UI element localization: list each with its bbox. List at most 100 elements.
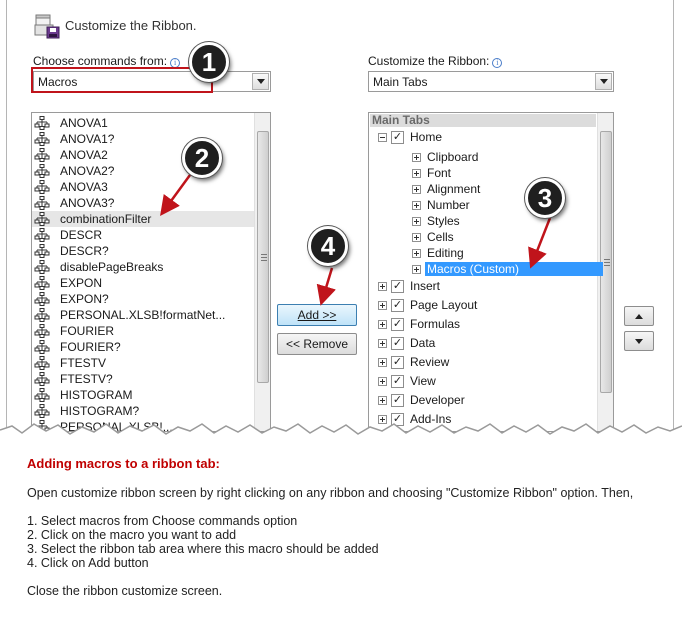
command-label: ANOVA1? <box>60 132 115 146</box>
expand-icon[interactable] <box>378 357 387 367</box>
collapse-icon[interactable] <box>378 132 387 142</box>
tree-home-item[interactable]: ✓ Home <box>378 129 444 145</box>
macro-icon <box>34 132 50 146</box>
tree-tab-item[interactable]: ✓ View <box>378 373 438 389</box>
command-list-item[interactable]: ANOVA2? <box>32 163 254 179</box>
command-label: ANOVA3? <box>60 196 115 210</box>
caption-intro: Open customize ribbon screen by right cl… <box>27 486 634 500</box>
command-list-item[interactable]: PERSONAL.XLSB!formatNet... <box>32 307 254 323</box>
scrollbar-thumb[interactable] <box>257 131 269 383</box>
expand-icon[interactable] <box>412 200 421 210</box>
customize-ribbon-label: Customize the Ribbon: i <box>368 54 503 68</box>
chevron-down-icon <box>256 79 265 84</box>
tree-item-label: Data <box>410 336 436 350</box>
caption-step: 2. Click on the macro you want to add <box>27 528 237 542</box>
tree-tab-item[interactable]: ✓ Data <box>378 335 437 351</box>
expand-icon[interactable] <box>378 376 387 386</box>
command-list-item[interactable]: EXPON? <box>32 291 254 307</box>
expand-icon[interactable] <box>412 216 421 226</box>
add-button[interactable]: Add >> <box>277 304 357 326</box>
command-label: disablePageBreaks <box>60 260 164 274</box>
remove-button-label: << Remove <box>285 337 349 351</box>
tree-tab-item[interactable]: ✓ Review <box>378 354 451 370</box>
tree-item-label: View <box>410 374 436 388</box>
tab-checkbox[interactable]: ✓ <box>391 279 404 293</box>
macro-icon <box>34 292 50 306</box>
info-icon: i <box>492 58 503 68</box>
command-list-item[interactable]: EXPON <box>32 275 254 291</box>
tree-item-label: Styles <box>427 214 460 228</box>
expand-icon[interactable] <box>412 232 421 242</box>
ribbon-tree[interactable]: Main Tabs ✓ Home Clipboard Font Alignment Num… <box>368 112 614 432</box>
tree-tab-item[interactable]: ✓ Page Layout <box>378 297 479 313</box>
macro-icon <box>34 260 50 274</box>
tab-checkbox[interactable]: ✓ <box>391 355 404 369</box>
tab-checkbox[interactable]: ✓ <box>391 336 404 350</box>
command-label: PERSONAL.XLSB!formatNet... <box>60 308 226 322</box>
tree-header: Main Tabs <box>370 114 596 127</box>
command-label: ANOVA2? <box>60 164 115 178</box>
command-list-item[interactable]: FTESTV? <box>32 371 254 387</box>
tree-group-item[interactable]: Macros (Custom) <box>412 261 603 277</box>
tree-group-item[interactable]: Alignment <box>412 181 482 197</box>
tab-checkbox[interactable]: ✓ <box>391 317 404 331</box>
command-list-item[interactable]: DESCR? <box>32 243 254 259</box>
expand-icon[interactable] <box>378 319 387 329</box>
command-list-item[interactable]: FTESTV <box>32 355 254 371</box>
tree-group-item[interactable]: Font <box>412 165 453 181</box>
tree-item-label: Editing <box>427 246 464 260</box>
customize-ribbon-dialog: Customize the Ribbon. Choose commands fr… <box>6 0 674 436</box>
expand-icon[interactable] <box>378 300 387 310</box>
command-list-item[interactable]: ANOVA3? <box>32 195 254 211</box>
command-list-item[interactable]: FOURIER? <box>32 339 254 355</box>
tab-checkbox[interactable]: ✓ <box>391 130 404 144</box>
macro-icon <box>34 372 50 386</box>
tab-checkbox[interactable]: ✓ <box>391 374 404 388</box>
macro-icon <box>34 196 50 210</box>
command-list-item[interactable]: FOURIER <box>32 323 254 339</box>
tree-tab-item[interactable]: ✓ Insert <box>378 278 442 294</box>
move-up-button[interactable] <box>624 306 654 326</box>
commands-list[interactable]: ANOVA1 ANOVA1? ANOVA2 ANOVA2? ANOVA3 ANOVA3? c… <box>31 112 271 432</box>
tab-checkbox[interactable]: ✓ <box>391 298 404 312</box>
expand-icon[interactable] <box>412 152 421 162</box>
arrow-up-icon <box>635 313 643 319</box>
choose-commands-label: Choose commands from: i <box>33 54 181 68</box>
customize-ribbon-value: Main Tabs <box>373 75 428 89</box>
macro-icon <box>34 228 50 242</box>
tree-group-item[interactable]: Cells <box>412 229 456 245</box>
customize-ribbon-combo[interactable]: Main Tabs <box>368 71 614 92</box>
macro-icon <box>34 324 50 338</box>
macro-icon <box>34 180 50 194</box>
dialog-title: Customize the Ribbon. <box>65 17 197 33</box>
expand-icon[interactable] <box>378 281 387 291</box>
move-down-button[interactable] <box>624 331 654 351</box>
remove-button[interactable]: << Remove <box>277 333 357 355</box>
tree-group-item[interactable]: Number <box>412 197 472 213</box>
tree-tab-item[interactable]: ✓ Formulas <box>378 316 462 332</box>
command-list-item[interactable]: ANOVA1 <box>32 115 254 131</box>
command-list-item[interactable]: ANOVA1? <box>32 131 254 147</box>
combo-dropdown-button[interactable] <box>252 73 269 90</box>
tree-group-item[interactable]: Editing <box>412 245 466 261</box>
command-list-item[interactable]: combinationFilter <box>32 211 254 227</box>
torn-edge <box>0 423 682 450</box>
tree-group-item[interactable]: Styles <box>412 213 462 229</box>
caption-step: 3. Select the ribbon tab area where this… <box>27 542 379 556</box>
choose-commands-text: Choose commands from: <box>33 54 168 68</box>
tree-item-label: Home <box>410 130 443 144</box>
commands-scrollbar[interactable] <box>254 113 270 431</box>
expand-icon[interactable] <box>412 248 421 258</box>
expand-icon[interactable] <box>412 264 421 274</box>
expand-icon[interactable] <box>412 184 421 194</box>
tree-item-label: Number <box>427 198 470 212</box>
command-list-item[interactable]: DESCR <box>32 227 254 243</box>
combo-dropdown-button[interactable] <box>595 73 612 90</box>
command-list-item[interactable]: ANOVA3 <box>32 179 254 195</box>
tree-group-item[interactable]: Clipboard <box>412 149 480 165</box>
command-list-item[interactable]: disablePageBreaks <box>32 259 254 275</box>
expand-icon[interactable] <box>378 338 387 348</box>
add-button-label: Add >> <box>297 308 337 322</box>
expand-icon[interactable] <box>412 168 421 178</box>
caption-step: 4. Click on Add button <box>27 556 149 570</box>
